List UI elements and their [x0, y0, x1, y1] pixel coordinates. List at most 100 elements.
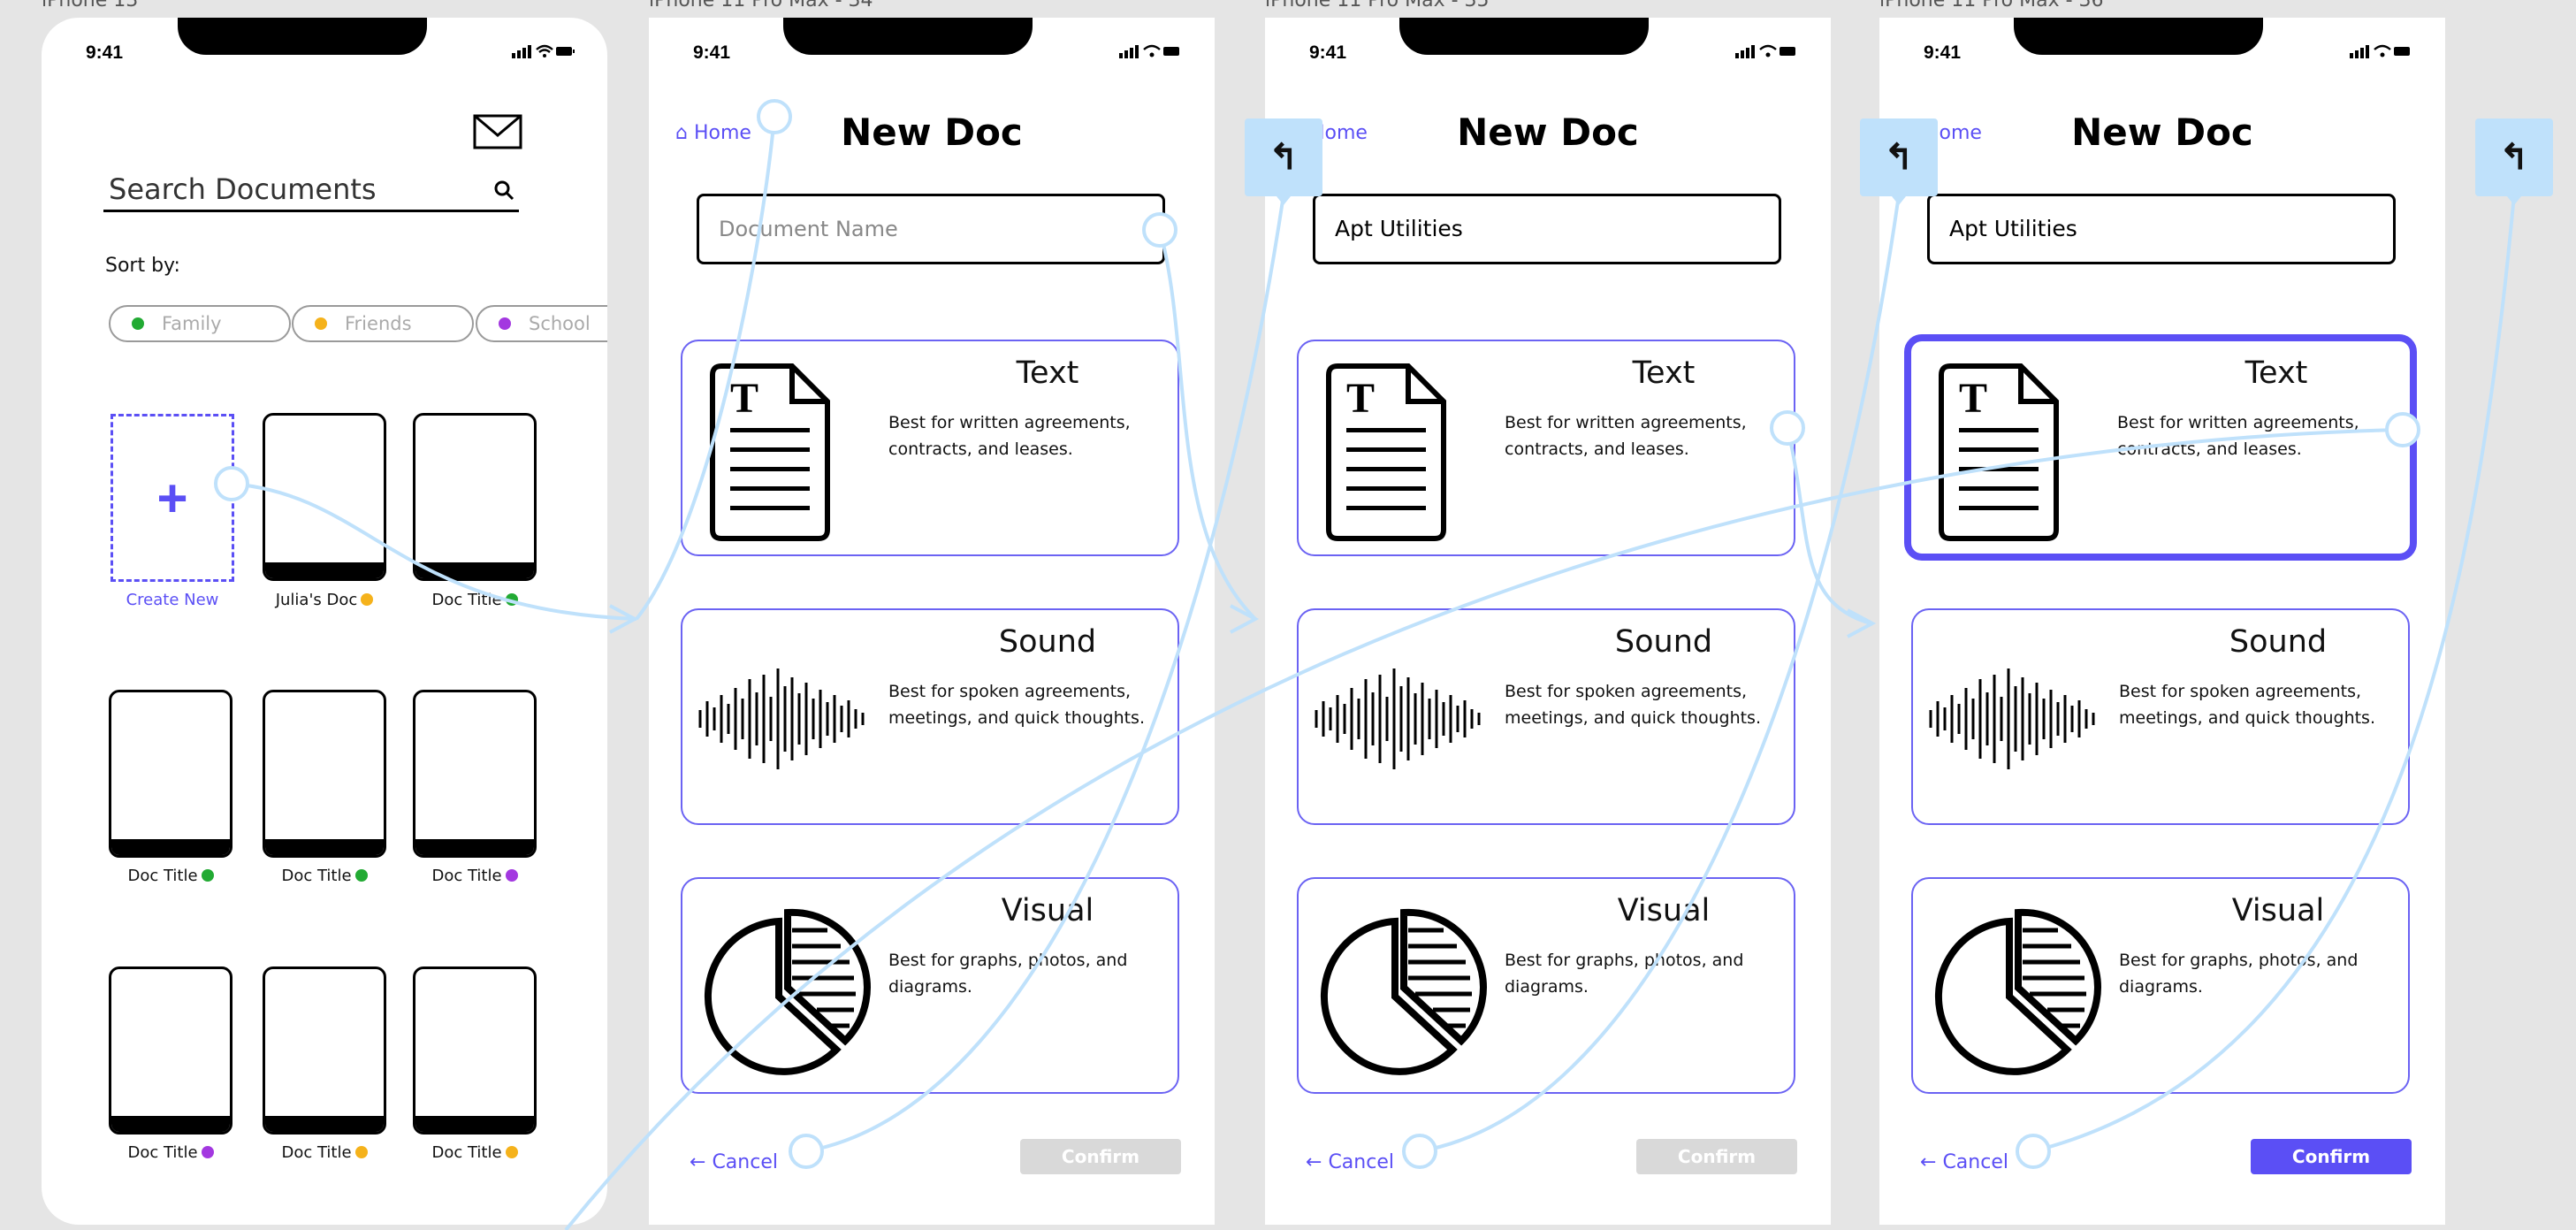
- visual-card[interactable]: Visual Best for graphs, photos, and diag…: [1297, 877, 1795, 1094]
- pie-chart-icon: [704, 908, 871, 1075]
- text-card-selected[interactable]: T Text Best for written agreements, cont…: [1904, 334, 2417, 561]
- doc-thumbnail[interactable]: [263, 966, 386, 1135]
- create-new-label: Create New: [126, 591, 219, 609]
- card-description: Best for spoken agreements, meetings, an…: [888, 682, 1146, 728]
- card-description: Best for written agreements, contracts, …: [2117, 413, 2359, 459]
- school-dot: [499, 317, 511, 330]
- text-document-icon: T: [710, 363, 830, 541]
- cancel-label: Cancel: [1328, 1151, 1394, 1173]
- connection-arrowhead: [609, 604, 639, 634]
- doc-label: Doc Title: [95, 1143, 246, 1162]
- frame-label-4: iPhone 11 Pro Max - 36: [1879, 0, 2104, 11]
- card-title: Text: [1016, 355, 1079, 391]
- soundwave-icon: [698, 668, 865, 769]
- status-icons: [2350, 44, 2410, 58]
- card-description: Best for graphs, photos, and diagrams.: [2119, 951, 2359, 997]
- text-card[interactable]: T Text Best for written agreements, cont…: [1297, 340, 1795, 556]
- doc-thumbnail[interactable]: [413, 966, 537, 1135]
- sound-card[interactable]: Sound Best for spoken agreements, meetin…: [681, 608, 1179, 825]
- doc-thumbnail[interactable]: [413, 413, 537, 581]
- page-title: New Doc: [841, 111, 1023, 154]
- chip-school[interactable]: School: [476, 305, 607, 342]
- back-arrow-icon: ↰: [1884, 138, 1914, 177]
- frame-label-2: iPhone 11 Pro Max - 34: [649, 0, 873, 11]
- visual-card[interactable]: Visual Best for graphs, photos, and diag…: [681, 877, 1179, 1094]
- back-arrow-icon: ↰: [2499, 138, 2529, 177]
- svg-text:T: T: [730, 375, 758, 422]
- document-name-input[interactable]: Apt Utilities: [1313, 194, 1781, 264]
- cancel-label: Cancel: [1942, 1151, 2008, 1173]
- sort-by-label: Sort by:: [105, 255, 180, 277]
- doc-thumbnail[interactable]: [263, 690, 386, 858]
- doc-label: Doc Title: [249, 1143, 400, 1162]
- text-document-icon: T: [1939, 363, 2059, 541]
- chip-friends[interactable]: Friends: [292, 305, 474, 342]
- confirm-button-active[interactable]: Confirm: [2251, 1139, 2412, 1174]
- notch: [178, 18, 427, 55]
- connection-arrowhead: [1230, 604, 1260, 634]
- doc-thumbnail[interactable]: [413, 690, 537, 858]
- card-description: Best for spoken agreements, meetings, an…: [1505, 682, 1762, 728]
- doc-thumbnail[interactable]: [109, 966, 232, 1135]
- back-action-badge[interactable]: ↰: [1245, 118, 1322, 205]
- status-icons: [1735, 44, 1795, 58]
- card-title: Sound: [2229, 624, 2328, 660]
- plus-icon: +: [156, 468, 188, 528]
- doc-thumbnail[interactable]: [109, 690, 232, 858]
- card-description: Best for written agreements, contracts, …: [888, 413, 1131, 459]
- doc-label: Doc Title: [400, 1143, 550, 1162]
- card-title: Sound: [1614, 624, 1713, 660]
- text-document-icon: T: [1326, 363, 1446, 541]
- confirm-button[interactable]: Confirm: [1636, 1139, 1797, 1174]
- notch: [1399, 18, 1649, 55]
- svg-text:T: T: [1959, 375, 1987, 422]
- envelope-icon[interactable]: [473, 114, 522, 149]
- cancel-label: Cancel: [712, 1151, 778, 1173]
- status-time: 9:41: [86, 42, 124, 63]
- card-description: Best for graphs, photos, and diagrams.: [1505, 951, 1744, 997]
- confirm-button[interactable]: Confirm: [1020, 1139, 1181, 1174]
- chip-family[interactable]: Family: [109, 305, 291, 342]
- card-description: Best for spoken agreements, meetings, an…: [2119, 682, 2376, 728]
- pie-chart-icon: [1320, 908, 1487, 1075]
- soundwave-icon: [1315, 668, 1481, 769]
- cancel-link[interactable]: ← Cancel: [1920, 1151, 2008, 1173]
- cancel-link[interactable]: ← Cancel: [1306, 1151, 1394, 1173]
- chip-label: School: [529, 313, 591, 334]
- cancel-link[interactable]: ← Cancel: [690, 1151, 778, 1173]
- arrow-left-icon: ←: [690, 1151, 706, 1173]
- sound-card[interactable]: Sound Best for spoken agreements, meetin…: [1297, 608, 1795, 825]
- create-new-button[interactable]: +: [111, 414, 234, 582]
- back-action-badge[interactable]: ↰: [2475, 118, 2553, 205]
- back-action-badge[interactable]: ↰: [1860, 118, 1938, 205]
- status-time: 9:41: [693, 42, 731, 63]
- chip-label: Friends: [345, 313, 412, 334]
- arrow-left-icon: ←: [1920, 1151, 1937, 1173]
- visual-card[interactable]: Visual Best for graphs, photos, and diag…: [1911, 877, 2410, 1094]
- status-time: 9:41: [1309, 42, 1347, 63]
- card-title: Text: [2244, 355, 2308, 391]
- soundwave-icon: [1929, 668, 2095, 769]
- arrow-left-icon: ←: [1306, 1151, 1322, 1173]
- card-description: Best for graphs, photos, and diagrams.: [888, 951, 1128, 997]
- sound-card[interactable]: Sound Best for spoken agreements, meetin…: [1911, 608, 2410, 825]
- card-title: Text: [1632, 355, 1696, 391]
- card-title: Visual: [2231, 893, 2325, 928]
- magnifier-icon[interactable]: [493, 180, 514, 201]
- pie-chart-icon: [1934, 908, 2101, 1075]
- notch: [783, 18, 1033, 55]
- doc-label: Doc Title: [95, 867, 246, 885]
- notch: [2014, 18, 2263, 55]
- frame-label-3: iPhone 11 Pro Max - 35: [1265, 0, 1490, 11]
- document-name-input[interactable]: Apt Utilities: [1927, 194, 2396, 264]
- card-description: Best for written agreements, contracts, …: [1505, 413, 1747, 459]
- family-dot: [132, 317, 144, 330]
- search-input[interactable]: [103, 168, 519, 212]
- document-name-input[interactable]: Document Name: [697, 194, 1165, 264]
- doc-label: Julia's Doc: [249, 591, 400, 609]
- frame-label-1: iPhone 13: [42, 0, 139, 11]
- friends-dot: [315, 317, 327, 330]
- doc-thumbnail[interactable]: [263, 413, 386, 581]
- new-doc-screen-selected: 9:41 ⌂ Home New Doc Apt Utilities T Text…: [1879, 18, 2445, 1225]
- text-card[interactable]: T Text Best for written agreements, cont…: [681, 340, 1179, 556]
